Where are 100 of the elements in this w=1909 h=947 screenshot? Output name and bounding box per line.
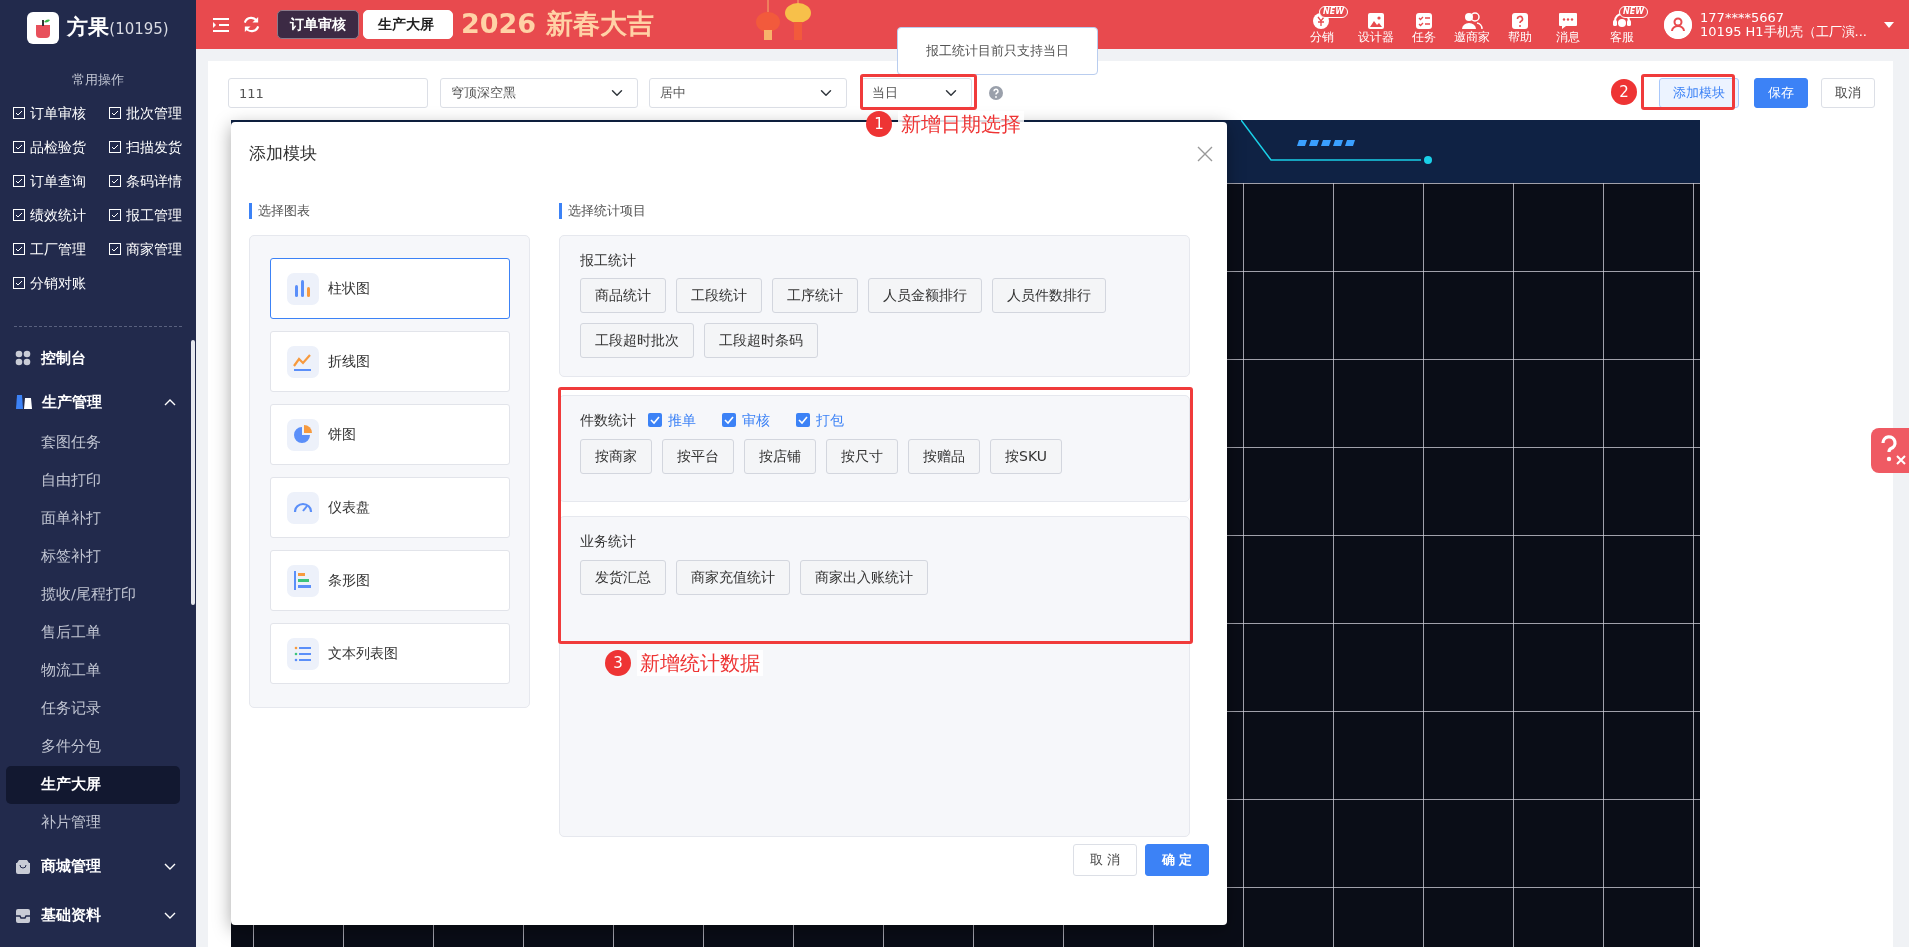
option-button[interactable]: 按SKU: [990, 438, 1062, 474]
submenu-item[interactable]: 揽收/尾程打印: [6, 576, 180, 614]
submenu-item[interactable]: 任务记录: [6, 690, 180, 728]
check-square-icon: [13, 107, 25, 119]
quick-action-link[interactable]: 绩效统计: [13, 198, 109, 232]
option-button[interactable]: 工段统计: [676, 278, 762, 314]
quick-action-link[interactable]: 条码详情: [109, 164, 205, 198]
avatar-icon[interactable]: [1664, 10, 1693, 39]
toolbar-item[interactable]: 任务: [1404, 5, 1445, 44]
group-title: 业务统计: [580, 532, 636, 552]
menu-item[interactable]: 基础资料: [0, 891, 196, 940]
help-icon[interactable]: [988, 85, 1004, 101]
tray-icon: [15, 907, 31, 924]
book-icon: [15, 394, 32, 410]
option-button[interactable]: 按商家: [580, 438, 652, 474]
app-name: 方果: [67, 14, 110, 42]
option-button[interactable]: 商家出入账统计: [800, 559, 928, 595]
checkbox[interactable]: [648, 413, 662, 428]
submenu-item[interactable]: 套图任务: [6, 424, 180, 462]
chart-type-option[interactable]: 文本列表图: [270, 623, 510, 684]
option-button[interactable]: 商品统计: [580, 278, 666, 314]
tab[interactable]: 生产大屏: [363, 10, 453, 39]
dialog-button[interactable]: 取 消: [1073, 844, 1137, 876]
option-button[interactable]: 按尺寸: [826, 438, 898, 474]
option-button[interactable]: 商家充值统计: [676, 559, 790, 595]
submenu-item[interactable]: 标签补打: [6, 538, 180, 576]
filter-checkbox[interactable]: 推单: [648, 410, 696, 431]
checklist-icon: [1415, 11, 1434, 30]
chart-type-option[interactable]: 折线图: [270, 331, 510, 392]
chat-icon: [1558, 11, 1579, 30]
help-float-icon[interactable]: [1871, 428, 1909, 473]
close-icon[interactable]: [1197, 146, 1213, 162]
submenu-item[interactable]: 多件分包: [6, 728, 180, 766]
option-button[interactable]: 工序统计: [772, 278, 858, 314]
checkbox[interactable]: [796, 413, 810, 428]
tab[interactable]: 订单审核: [277, 10, 359, 39]
check-square-icon: [13, 141, 25, 153]
refresh-icon[interactable]: [242, 15, 261, 34]
quick-action-link[interactable]: 工厂管理: [13, 232, 109, 266]
submenu-item[interactable]: 生产大屏: [6, 766, 180, 804]
quick-action-link[interactable]: 订单查询: [13, 164, 109, 198]
quick-action-link[interactable]: 分销对账: [13, 266, 109, 300]
quick-action-link[interactable]: 订单审核: [13, 96, 109, 130]
menu-item[interactable]: 控制台: [0, 336, 196, 380]
filter-checkbox[interactable]: 打包: [796, 410, 844, 431]
gauge-icon: [287, 491, 319, 524]
option-button[interactable]: 按赠品: [908, 438, 980, 474]
toolbar-item[interactable]: NEW 客服: [1596, 5, 1649, 44]
submenu-item[interactable]: 补片管理: [6, 804, 180, 842]
horizontal-bar-icon: [287, 564, 319, 597]
toolbar-button[interactable]: 保存: [1754, 78, 1808, 108]
chart-type-option[interactable]: 条形图: [270, 550, 510, 611]
users-icon: [1461, 11, 1484, 30]
group-title: 件数统计: [580, 411, 636, 431]
menu-icon[interactable]: [212, 16, 230, 33]
annotation-text: 新增日期选择: [898, 111, 1024, 137]
select-field[interactable]: 居中: [649, 78, 847, 108]
checkbox[interactable]: [722, 413, 736, 428]
account-code: (10195): [109, 20, 169, 41]
option-button[interactable]: 发货汇总: [580, 559, 666, 595]
option-button[interactable]: 人员件数排行: [992, 278, 1106, 314]
text-field[interactable]: 111: [228, 78, 428, 108]
chart-type-option[interactable]: 仪表盘: [270, 477, 510, 538]
option-button[interactable]: 按店铺: [744, 438, 816, 474]
submenu-item[interactable]: 面单补打: [6, 500, 180, 538]
option-button[interactable]: 按平台: [662, 438, 734, 474]
option-button[interactable]: 工段超时批次: [580, 323, 694, 359]
chart-type-option[interactable]: 柱状图: [270, 258, 510, 319]
quick-action-link[interactable]: 商家管理: [109, 232, 205, 266]
submenu-item[interactable]: 自由打印: [6, 462, 180, 500]
toolbar-item[interactable]: 设计器: [1356, 5, 1397, 44]
select-field[interactable]: 穹顶深空黑: [440, 78, 638, 108]
pie-chart-icon: [287, 418, 319, 451]
toolbar-item[interactable]: NEW 分销: [1296, 5, 1349, 44]
dialog-button[interactable]: 确 定: [1145, 844, 1209, 876]
quick-action-link[interactable]: 扫描发货: [109, 130, 205, 164]
option-button[interactable]: 人员金额排行: [868, 278, 982, 314]
quick-action-link[interactable]: 品检验货: [13, 130, 109, 164]
menu-item[interactable]: 商城管理: [0, 842, 196, 891]
annotation-text: 新增统计数据: [637, 650, 763, 676]
user-phone: 177****5667: [1700, 10, 1785, 25]
option-button[interactable]: 工段超时条码: [704, 323, 818, 359]
quick-action-link[interactable]: 报工管理: [109, 198, 205, 232]
org-name: 10195 H1手机壳（工厂演...: [1700, 24, 1867, 39]
submenu-item[interactable]: 物流工单: [6, 652, 180, 690]
section-title: 常用操作: [71, 71, 125, 89]
filter-checkbox[interactable]: 审核: [722, 410, 770, 431]
toolbar-button[interactable]: 取消: [1821, 78, 1875, 108]
toolbar-item[interactable]: 消息: [1548, 5, 1589, 44]
new-badge: NEW: [1319, 5, 1349, 18]
select-field[interactable]: 当日: [861, 78, 972, 108]
caret-icon[interactable]: [1883, 20, 1895, 29]
check-square-icon: [109, 107, 121, 119]
submenu-item[interactable]: 售后工单: [6, 614, 180, 652]
chart-type-option[interactable]: 饼图: [270, 404, 510, 465]
toolbar-item[interactable]: 邀商家: [1452, 5, 1493, 44]
quick-action-link[interactable]: 批次管理: [109, 96, 205, 130]
section-title: 选择图表: [249, 203, 310, 219]
toolbar-item[interactable]: 帮助: [1500, 5, 1541, 44]
menu-item[interactable]: 生产管理: [0, 380, 196, 424]
